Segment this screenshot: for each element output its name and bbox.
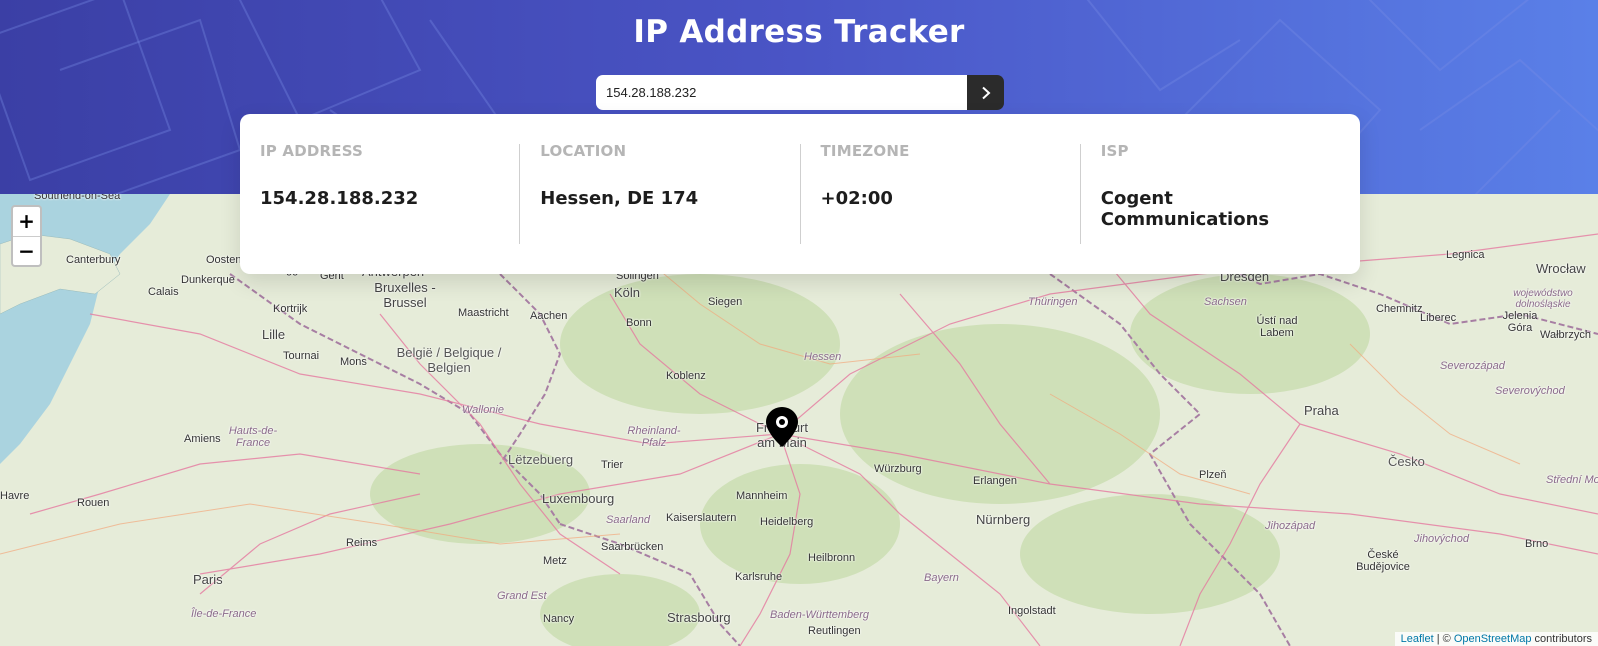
map-label: Heilbronn [808, 552, 856, 564]
map-label: Paris [193, 572, 223, 587]
ip-search-input[interactable] [596, 75, 967, 110]
map-label: Liberec [1420, 312, 1457, 324]
map-label: Maastricht [458, 307, 509, 319]
map-label: Severozápad [1440, 360, 1505, 372]
map-label: Jihozápad [1265, 520, 1316, 532]
map-label: Saarland [606, 514, 651, 526]
ip-info-card: IP ADDRESS 154.28.188.232 LOCATION Hesse… [240, 114, 1360, 274]
ip-address-label: IP ADDRESS [260, 142, 364, 160]
search-submit-button[interactable] [967, 75, 1004, 110]
map-label: Střední Morava [1546, 474, 1598, 486]
map-label: Havre [0, 490, 30, 502]
map-label: Praha [1304, 403, 1339, 418]
map-label: Trier [601, 459, 624, 471]
ip-address-section: IP ADDRESS 154.28.188.232 [240, 142, 519, 244]
map-label: Nürnberg [976, 512, 1031, 527]
map-label: Île-de-France [191, 608, 257, 620]
map-label: Bayern [924, 572, 959, 584]
map-label: Erlangen [973, 475, 1018, 487]
isp-section: ISP Cogent Communications [1079, 142, 1360, 244]
map-label: Heidelberg [760, 516, 814, 528]
isp-label: ISP [1100, 142, 1129, 160]
isp-value: Cogent Communications [1100, 188, 1270, 230]
attribution-separator: | © [1433, 633, 1454, 645]
map-label: Jihovýchod [1414, 533, 1470, 545]
map-label: Legnica [1446, 249, 1485, 261]
map-label: Würzburg [874, 463, 922, 475]
map-label: Metz [543, 555, 567, 567]
page-title: IP Address Tracker [633, 14, 965, 50]
map-label: Reutlingen [808, 625, 861, 637]
zoom-out-button[interactable]: − [13, 236, 40, 265]
map-label: Calais [148, 286, 179, 298]
location-section: LOCATION Hessen, DE 174 [519, 142, 799, 244]
ip-search-form [596, 75, 1004, 110]
map-label: Jelenia Góra [1502, 310, 1538, 334]
map-label: Bruxelles - Brussel [374, 280, 436, 310]
map-label: České Budějovice [1356, 549, 1410, 573]
map-label: Grand Est [497, 590, 547, 602]
attribution-suffix: contributors [1531, 633, 1592, 645]
map-label: Wałbrzych [1540, 329, 1591, 341]
map-label: Mannheim [736, 490, 788, 502]
map-label: Kaiserslautern [666, 512, 737, 524]
map-label: Česko [1388, 454, 1425, 469]
map-label: Rouen [77, 497, 110, 509]
map-label: Rheinland-Pfalz [627, 425, 681, 449]
location-value: Hessen, DE 174 [540, 188, 699, 209]
timezone-label: TIMEZONE [820, 142, 910, 160]
map-label: Ústí nad Labem [1256, 315, 1298, 339]
map-label: Southend-on-Sea [34, 194, 121, 202]
location-pin-icon[interactable] [766, 407, 798, 447]
map-label: Brno [1525, 538, 1549, 550]
map-label: Siegen [708, 296, 743, 308]
map-label: Dunkerque [181, 274, 235, 286]
map-label: Aachen [530, 310, 568, 322]
map-label: Bonn [626, 317, 652, 329]
map-label: wojewódstwo dolnośląskie [1513, 288, 1573, 310]
map-label: Canterbury [66, 254, 121, 266]
map-label: Baden-Württemberg [770, 609, 870, 621]
chevron-right-icon [981, 86, 990, 99]
map-label: Nancy [543, 613, 575, 625]
map-label: Hauts-de-France [228, 425, 278, 449]
map-label: Luxembourg [542, 491, 615, 506]
timezone-value: +02:00 [820, 188, 893, 209]
map-label: Wallonie [462, 404, 504, 416]
openstreetmap-link[interactable]: OpenStreetMap [1454, 633, 1532, 645]
map-label: Plzeň [1199, 469, 1227, 481]
map-label: Karlsruhe [735, 571, 783, 583]
map-label: Thüringen [1028, 296, 1078, 308]
map-label: Mons [340, 356, 367, 368]
ip-address-value: 154.28.188.232 [260, 188, 419, 209]
timezone-section: TIMEZONE +02:00 [799, 142, 1080, 244]
map-label: Severovýchod [1495, 385, 1565, 397]
location-label: LOCATION [540, 142, 627, 160]
map-label: Hessen [804, 351, 842, 363]
map-label: België / Belgique / Belgien [396, 345, 502, 375]
map-label: Sachsen [1204, 296, 1247, 308]
map-label: Köln [614, 285, 641, 300]
map-label: Amiens [184, 433, 221, 445]
map-label: Tournai [283, 350, 320, 362]
map-label: Lëtzebuerg [508, 452, 574, 467]
map-label: Saarbrücken [601, 541, 664, 553]
zoom-controls: + − [11, 205, 42, 267]
map-label: Wrocław [1536, 261, 1586, 276]
map-attribution: Leaflet | © OpenStreetMap contributors [1394, 632, 1598, 646]
map-label: Strasbourg [667, 610, 731, 625]
map-label: Kortrijk [273, 303, 308, 315]
map-label: Chemnitz [1376, 303, 1423, 315]
map-label: Reims [346, 537, 378, 549]
map-label: Ingolstadt [1008, 605, 1056, 617]
map-label: Koblenz [666, 370, 706, 382]
leaflet-link[interactable]: Leaflet [1401, 633, 1434, 645]
map-label: Lille [262, 327, 286, 342]
zoom-in-button[interactable]: + [13, 207, 40, 236]
